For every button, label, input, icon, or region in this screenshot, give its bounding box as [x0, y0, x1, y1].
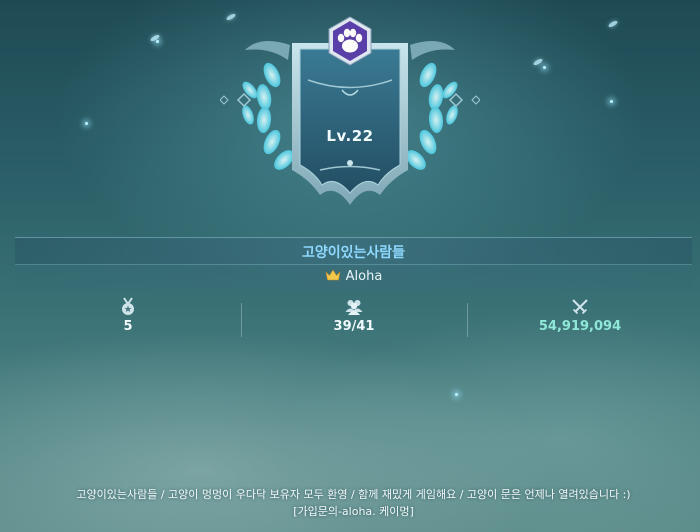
stat-power: 54,919,094 [467, 295, 693, 345]
sparkle-particle [85, 122, 88, 125]
stat-power-value: 54,919,094 [538, 319, 622, 334]
petal-particle [607, 19, 619, 29]
guild-intro-line: 고양이있는사람들 / 고양이 멍멍이 우다닥 보유자 모두 환영 / 함께 재밌… [76, 488, 631, 501]
guild-emblem: Lv.22 [220, 5, 480, 215]
people-icon [345, 300, 363, 315]
sparkle-particle [610, 100, 613, 103]
crown-icon [325, 269, 341, 281]
stat-members: 39/41 [241, 295, 467, 345]
petal-particle [532, 57, 544, 67]
guild-leader: Aloha [15, 269, 692, 284]
paw-icon [328, 16, 372, 66]
guild-level: Lv.22 [326, 127, 374, 145]
sparkle-particle [156, 40, 159, 43]
guild-name-bar: 고양이있는사람들 [15, 237, 692, 265]
stat-members-value: 39/41 [333, 319, 375, 334]
sparkle-particle [543, 66, 546, 69]
guild-stats-row: 5 39/41 54,919,094 [15, 295, 692, 345]
guild-leader-name: Aloha [345, 269, 383, 284]
crossed-swords-icon [572, 299, 588, 315]
guild-intro-contact: [가입문의-aloha. 케이멍] [293, 505, 414, 518]
guild-leader-bar: Aloha [15, 265, 692, 289]
stat-rank: 5 [15, 295, 241, 345]
medal-icon [122, 297, 134, 315]
stat-rank-value: 5 [123, 319, 133, 334]
guild-introduction: 고양이있는사람들 / 고양이 멍멍이 우다닥 보유자 모두 환영 / 함께 재밌… [15, 486, 692, 520]
guild-name: 고양이있는사람들 [301, 245, 406, 261]
guild-info-panel: 고양이있는사람들 Aloha 5 39/41 54,919,094 고양이있는사… [15, 237, 692, 532]
